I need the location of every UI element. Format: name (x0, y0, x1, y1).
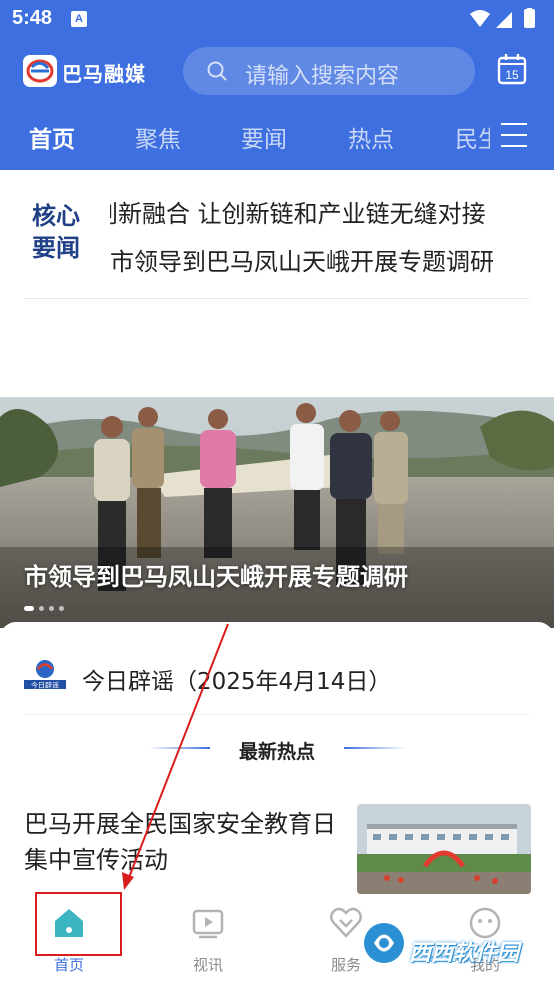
banner-photo (0, 397, 554, 628)
nav-home-label: 首页 (53, 956, 84, 974)
carousel-dot (59, 606, 64, 611)
headline-item[interactable]: 市领导到巴马凤山天峨开展专题调研 (110, 242, 494, 277)
core-news-badge: 核心 要闻 (32, 201, 80, 262)
nav-video-label: 视讯 (192, 956, 223, 974)
tab-home[interactable]: 首页 (29, 120, 75, 154)
channel-menu-icon[interactable] (501, 123, 527, 147)
core-news-card[interactable]: 核心 要闻 推动创新融合 让创新链和产业链无缝对接 市领导到巴马凤山天峨开展专题… (0, 170, 554, 300)
wifi-icon (470, 10, 490, 27)
video-icon (192, 909, 224, 939)
nav-video[interactable]: 视讯 (153, 894, 263, 984)
banner-caption: 市领导到巴马凤山天峨开展专题调研 (24, 563, 408, 591)
calendar-button[interactable]: 15 (497, 53, 527, 85)
calendar-icon: 15 (497, 54, 527, 85)
section-decoration (344, 747, 406, 749)
tab-livelihood[interactable]: 民生 (455, 120, 490, 154)
search-bar[interactable]: 请输入搜索内容 (183, 47, 475, 95)
status-time: 5:48 (12, 7, 53, 29)
app-header: 巴马融媒 请输入搜索内容 15 首页 聚焦 要闻 热点 民生 (0, 38, 554, 170)
logo-e-icon (26, 59, 54, 83)
tab-hot[interactable]: 热点 (348, 120, 394, 154)
app-logo (23, 55, 57, 87)
carousel-dot (49, 606, 54, 611)
annotation-highlight-box (35, 892, 122, 956)
banner-carousel[interactable]: 市领导到巴马凤山天峨开展专题调研 (0, 397, 554, 628)
divider (24, 298, 530, 299)
rumor-logo: 今日辟谣 (22, 658, 68, 694)
search-placeholder: 请输入搜索内容 (245, 64, 400, 89)
app-name: 巴马融媒 (62, 62, 146, 86)
tab-focus[interactable]: 聚焦 (135, 120, 181, 154)
signal-icon (496, 12, 512, 28)
notification-icon: A (71, 11, 87, 27)
rumor-title[interactable]: 今日辟谣（2025年4月14日） (82, 662, 391, 696)
channel-tabs: 首页 聚焦 要闻 热点 民生 (0, 110, 490, 166)
signal-wifi-battery-icons (470, 8, 535, 28)
status-bar: 5:48 A (0, 0, 554, 38)
hot-section-title: 最新热点 (238, 741, 315, 763)
svg-text:今日辟谣: 今日辟谣 (31, 681, 59, 690)
content-panel: 今日辟谣 今日辟谣（2025年4月14日） 最新热点 巴马开展全民国家安全教育日… (0, 622, 554, 894)
headline-item[interactable]: 推动创新融合 让创新链和产业链无缝对接 (110, 194, 486, 229)
divider (24, 714, 530, 715)
carousel-indicator (24, 598, 69, 617)
tab-news[interactable]: 要闻 (241, 120, 287, 154)
article-title[interactable]: 巴马开展全民国家安全教育日集中宣传活动 (24, 806, 344, 878)
svg-text:15: 15 (505, 68, 519, 82)
rumor-logo-icon: 今日辟谣 (24, 660, 66, 690)
article-thumbnail[interactable] (357, 804, 531, 894)
search-icon (207, 61, 227, 81)
watermark-text: 西西软件园 (409, 941, 520, 966)
battery-icon (524, 9, 535, 28)
carousel-dot (39, 606, 44, 611)
carousel-dot (24, 606, 34, 611)
